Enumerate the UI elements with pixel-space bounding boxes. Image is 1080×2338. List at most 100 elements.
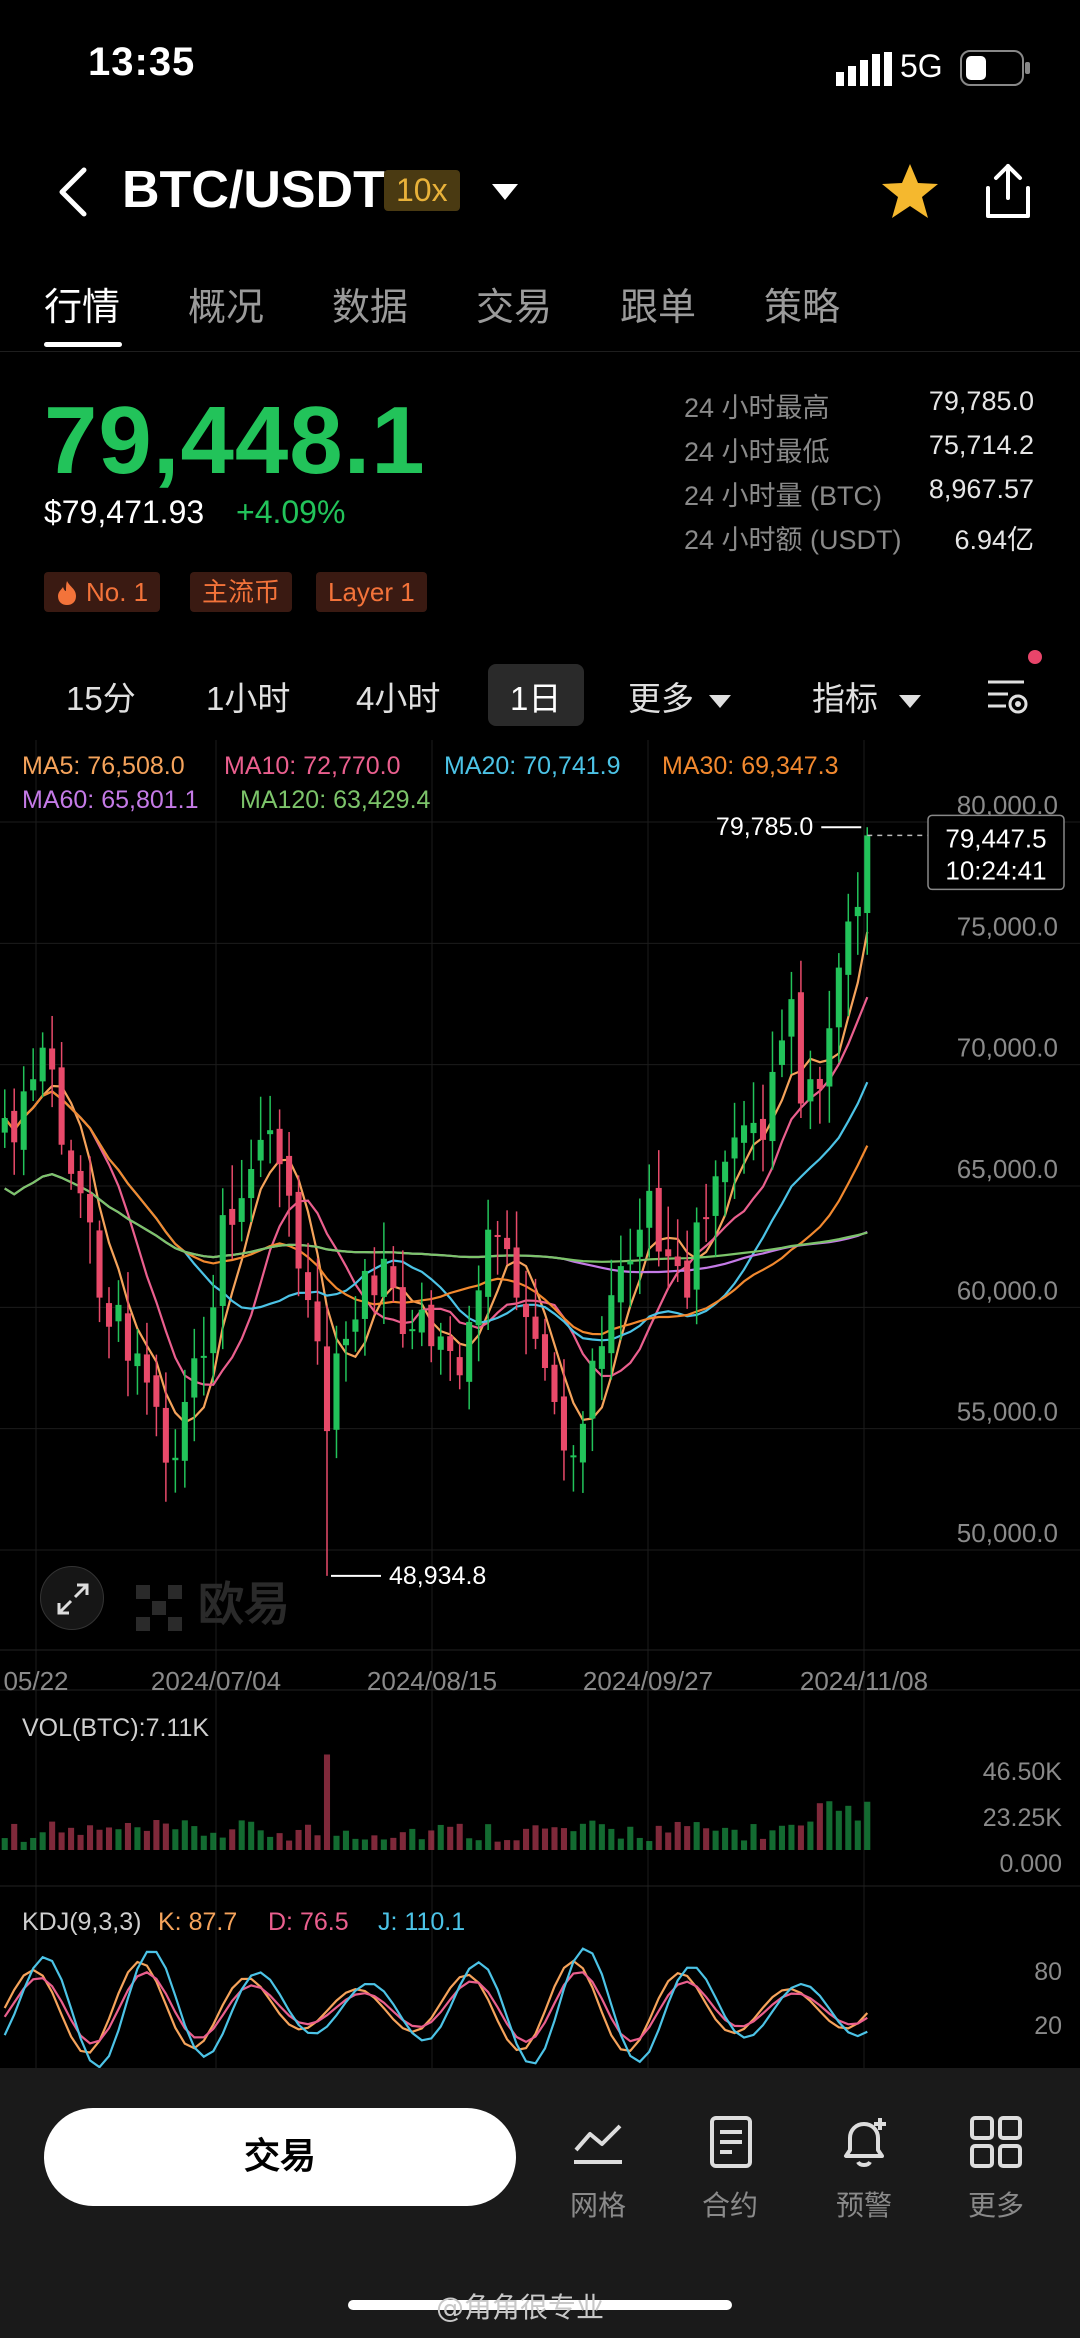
volume-label: VOL(BTC):7.11K (22, 1714, 209, 1742)
tag-rank[interactable]: No. 1 (44, 572, 161, 612)
volume-bar (532, 1825, 539, 1850)
leverage-badge: 10x (384, 170, 460, 211)
candlestick-chart[interactable]: 80,000.075,000.070,000.065,000.060,000.0… (0, 740, 1080, 2070)
candle-body (456, 1357, 463, 1376)
tab-trade[interactable]: 交易 (476, 276, 552, 331)
candle-body (191, 1358, 198, 1398)
volume-bar (674, 1821, 681, 1850)
timeframe-1d[interactable]: 1日 (510, 672, 561, 720)
tab-overview[interactable]: 概况 (188, 276, 264, 331)
candle-body (835, 967, 842, 1028)
nav-contract-label: 合约 (701, 2189, 758, 2222)
volume-bar (49, 1821, 56, 1850)
timeframe-more-label: 更多 (628, 680, 694, 717)
volume-bar (475, 1840, 482, 1850)
fire-icon (58, 581, 76, 605)
candle-body (286, 1155, 293, 1196)
stat-label-24h-high: 24 小时最高 (684, 393, 830, 423)
volume-bar (418, 1839, 425, 1850)
last-price: 79,448.1 (44, 387, 426, 494)
chevron-down-icon[interactable] (490, 180, 520, 204)
expand-button[interactable] (40, 1566, 104, 1630)
volume-bar (494, 1841, 501, 1850)
candle-body (257, 1139, 264, 1161)
candle-body (579, 1423, 586, 1463)
timeframe-1h[interactable]: 1小时 (206, 672, 290, 720)
volume-bar (741, 1840, 748, 1850)
timeframe-more[interactable]: 更多 (628, 672, 732, 720)
volume-bar (665, 1832, 672, 1850)
candle-body (750, 1122, 757, 1134)
volume-bar (513, 1840, 520, 1850)
candle-body (162, 1407, 169, 1463)
ma-line (4, 1173, 868, 1263)
candle-body (87, 1193, 94, 1223)
low-price-label: 48,934.8 (389, 1562, 486, 1590)
volume-bar (276, 1833, 283, 1850)
grid-trading-icon (574, 2124, 622, 2164)
trading-pair-title[interactable]: BTC/USDT (122, 160, 385, 220)
tag-layer1[interactable]: Layer 1 (316, 572, 427, 612)
candle-body (684, 1260, 691, 1298)
volume-bar (295, 1829, 302, 1850)
x-tick-label: 2024/07/04 (151, 1666, 281, 1696)
volume-bar (181, 1820, 188, 1850)
volume-bar (684, 1826, 691, 1850)
x-tick-label: 05/22 (3, 1666, 68, 1696)
candle-body (219, 1215, 226, 1306)
nav-more[interactable]: 更多 (946, 2114, 1046, 2224)
volume-bar (560, 1828, 567, 1850)
candle-countdown-label: 10:24:41 (945, 855, 1046, 885)
candle-body (124, 1313, 131, 1361)
tab-data[interactable]: 数据 (332, 276, 408, 331)
ma60-label: MA60: 65,801.1 (22, 786, 199, 814)
candle-body (418, 1309, 425, 1333)
status-time: 13:35 (88, 40, 196, 84)
chart-settings-icon[interactable] (986, 676, 1030, 716)
volume-bar (361, 1839, 368, 1850)
candle-body (380, 1258, 387, 1297)
nav-alert[interactable]: 预警 (814, 2114, 914, 2224)
nav-contract[interactable]: 合约 (680, 2114, 780, 2224)
candle-body (646, 1190, 653, 1228)
candle-body (636, 1229, 643, 1257)
timeframe-4h[interactable]: 4小时 (356, 672, 440, 720)
tab-strategy[interactable]: 策略 (764, 276, 840, 331)
stat-value-24h-volume: 8,967.57 (928, 474, 1034, 504)
volume-bar (238, 1820, 245, 1850)
ma-line (3, 1090, 869, 1336)
candle-body (428, 1304, 435, 1347)
candle-body (759, 1118, 767, 1140)
candle-body (807, 1079, 814, 1102)
indicator-selector[interactable]: 指标 (812, 672, 922, 720)
timeframe-15m[interactable]: 15分 (66, 672, 136, 720)
candle-body (11, 1110, 18, 1143)
candle-body (560, 1396, 567, 1451)
share-icon[interactable] (978, 160, 1038, 224)
volume-bar (693, 1822, 700, 1850)
kdj-line (3, 1959, 869, 2054)
volume-bar (646, 1841, 653, 1850)
candle-body (627, 1261, 634, 1265)
volume-bar (248, 1821, 255, 1850)
volume-bar (703, 1828, 710, 1850)
more-apps-icon (970, 2116, 1022, 2168)
tab-market[interactable]: 行情 (44, 276, 120, 331)
back-arrow-icon[interactable] (52, 164, 96, 220)
nav-grid[interactable]: 网格 (548, 2114, 648, 2224)
volume-bar (816, 1803, 823, 1850)
tab-copy-trading[interactable]: 跟单 (620, 276, 696, 331)
volume-bar (390, 1837, 397, 1850)
volume-bar (617, 1838, 624, 1850)
candle-body (333, 1353, 340, 1430)
stat-value-24h-low: 75,714.2 (928, 430, 1034, 460)
candle-body (769, 1071, 776, 1142)
trade-button[interactable]: 交易 (44, 2108, 516, 2206)
volume-bar (314, 1835, 321, 1850)
volume-bar (191, 1826, 198, 1850)
volume-bar (627, 1826, 634, 1850)
volume-bar (778, 1825, 785, 1850)
candle-body (570, 1455, 577, 1458)
tag-mainstream[interactable]: 主流币 (190, 572, 293, 612)
star-favorite-icon[interactable] (878, 160, 942, 224)
